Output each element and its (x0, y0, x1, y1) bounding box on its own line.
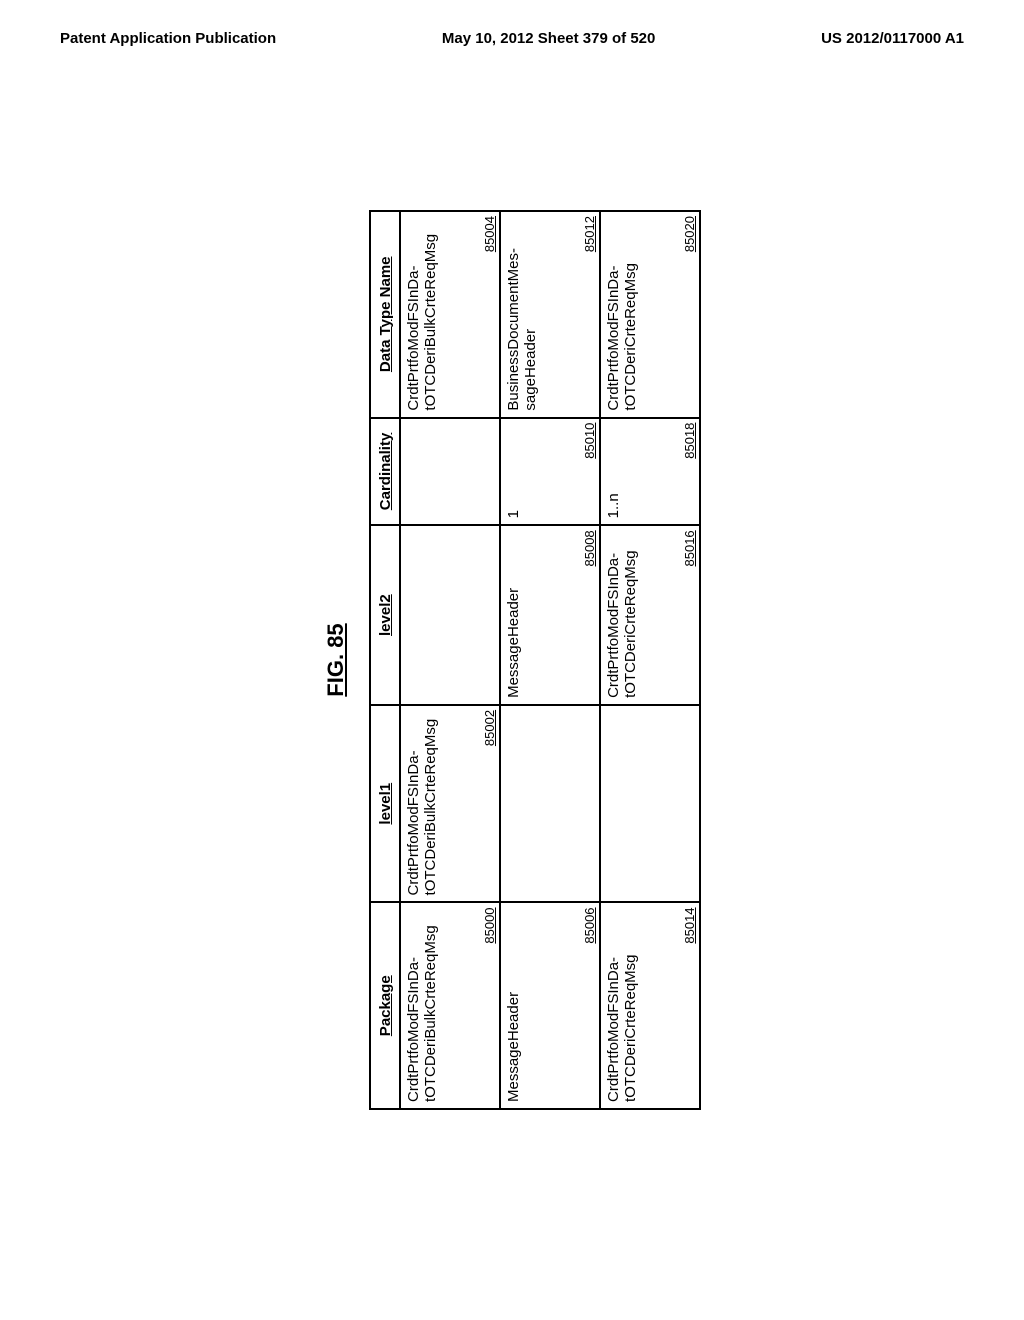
ref-number: 85004 (482, 216, 497, 252)
cell-text: CrdtPrtfoModFSInDa-tOTCDeriBulkCrteReqMs… (405, 909, 439, 1102)
cell-datatype: BusinessDocumentMes-sageHeader 85012 (500, 211, 600, 418)
cell-text: CrdtPrtfoModFSInDa-tOTCDeriCrteReqMsg (605, 909, 639, 1102)
ref-number: 85012 (582, 216, 597, 252)
cell-text: CrdtPrtfoModFSInDa-tOTCDeriBulkCrteReqMs… (405, 712, 439, 896)
cell-level1: CrdtPrtfoModFSInDa-tOTCDeriBulkCrteReqMs… (400, 705, 500, 903)
ref-number: 85000 (482, 907, 497, 943)
cell-cardinality: 1 85010 (500, 418, 600, 526)
cell-text: 1 (505, 425, 522, 519)
cell-level1 (500, 705, 600, 903)
cell-package: CrdtPrtfoModFSInDa-tOTCDeriCrteReqMsg 85… (600, 902, 700, 1109)
table-row: CrdtPrtfoModFSInDa-tOTCDeriCrteReqMsg 85… (600, 211, 700, 1109)
table-header-row: Package level1 level2 Cardinality Data T… (370, 211, 400, 1109)
header-right: US 2012/0117000 A1 (821, 30, 964, 47)
cell-datatype: CrdtPrtfoModFSInDa-tOTCDeriCrteReqMsg 85… (600, 211, 700, 418)
cell-text: BusinessDocumentMes-sageHeader (505, 218, 539, 411)
cell-text: CrdtPrtfoModFSInDa-tOTCDeriBulkCrteReqMs… (405, 218, 439, 411)
table-row: MessageHeader 85006 MessageHeader 85008 … (500, 211, 600, 1109)
cell-cardinality: 1..n 85018 (600, 418, 700, 526)
ref-number: 85016 (682, 530, 697, 566)
cell-text: CrdtPrtfoModFSInDa-tOTCDeriCrteReqMsg (605, 532, 639, 698)
ref-number: 85002 (482, 710, 497, 746)
cell-package: MessageHeader 85006 (500, 902, 600, 1109)
cell-level2: MessageHeader 85008 (500, 525, 600, 705)
table-row: CrdtPrtfoModFSInDa-tOTCDeriBulkCrteReqMs… (400, 211, 500, 1109)
header-left: Patent Application Publication (60, 30, 276, 47)
cell-level1 (600, 705, 700, 903)
cell-text: MessageHeader (505, 909, 522, 1102)
cell-cardinality (400, 418, 500, 526)
cell-datatype: CrdtPrtfoModFSInDa-tOTCDeriBulkCrteReqMs… (400, 211, 500, 418)
cell-level2: CrdtPrtfoModFSInDa-tOTCDeriCrteReqMsg 85… (600, 525, 700, 705)
header-package: Package (370, 902, 400, 1109)
figure-title: FIG. 85 (323, 210, 349, 1110)
header-datatype: Data Type Name (370, 211, 400, 418)
cell-level2 (400, 525, 500, 705)
cell-package: CrdtPrtfoModFSInDa-tOTCDeriBulkCrteReqMs… (400, 902, 500, 1109)
ref-number: 85010 (582, 423, 597, 459)
cell-text: MessageHeader (505, 532, 522, 698)
ref-number: 85006 (582, 907, 597, 943)
cell-text: CrdtPrtfoModFSInDa-tOTCDeriCrteReqMsg (605, 218, 639, 411)
ref-number: 85014 (682, 907, 697, 943)
ref-number: 85020 (682, 216, 697, 252)
ref-number: 85008 (582, 530, 597, 566)
page-header: Patent Application Publication May 10, 2… (0, 0, 1024, 57)
header-level1: level1 (370, 705, 400, 903)
header-center: May 10, 2012 Sheet 379 of 520 (442, 30, 655, 47)
header-cardinality: Cardinality (370, 418, 400, 526)
ref-number: 85018 (682, 423, 697, 459)
header-level2: level2 (370, 525, 400, 705)
rotated-figure-content: FIG. 85 Package level1 level2 Cardinalit… (323, 210, 701, 1110)
data-table: Package level1 level2 Cardinality Data T… (369, 210, 701, 1110)
cell-text: 1..n (605, 425, 622, 519)
